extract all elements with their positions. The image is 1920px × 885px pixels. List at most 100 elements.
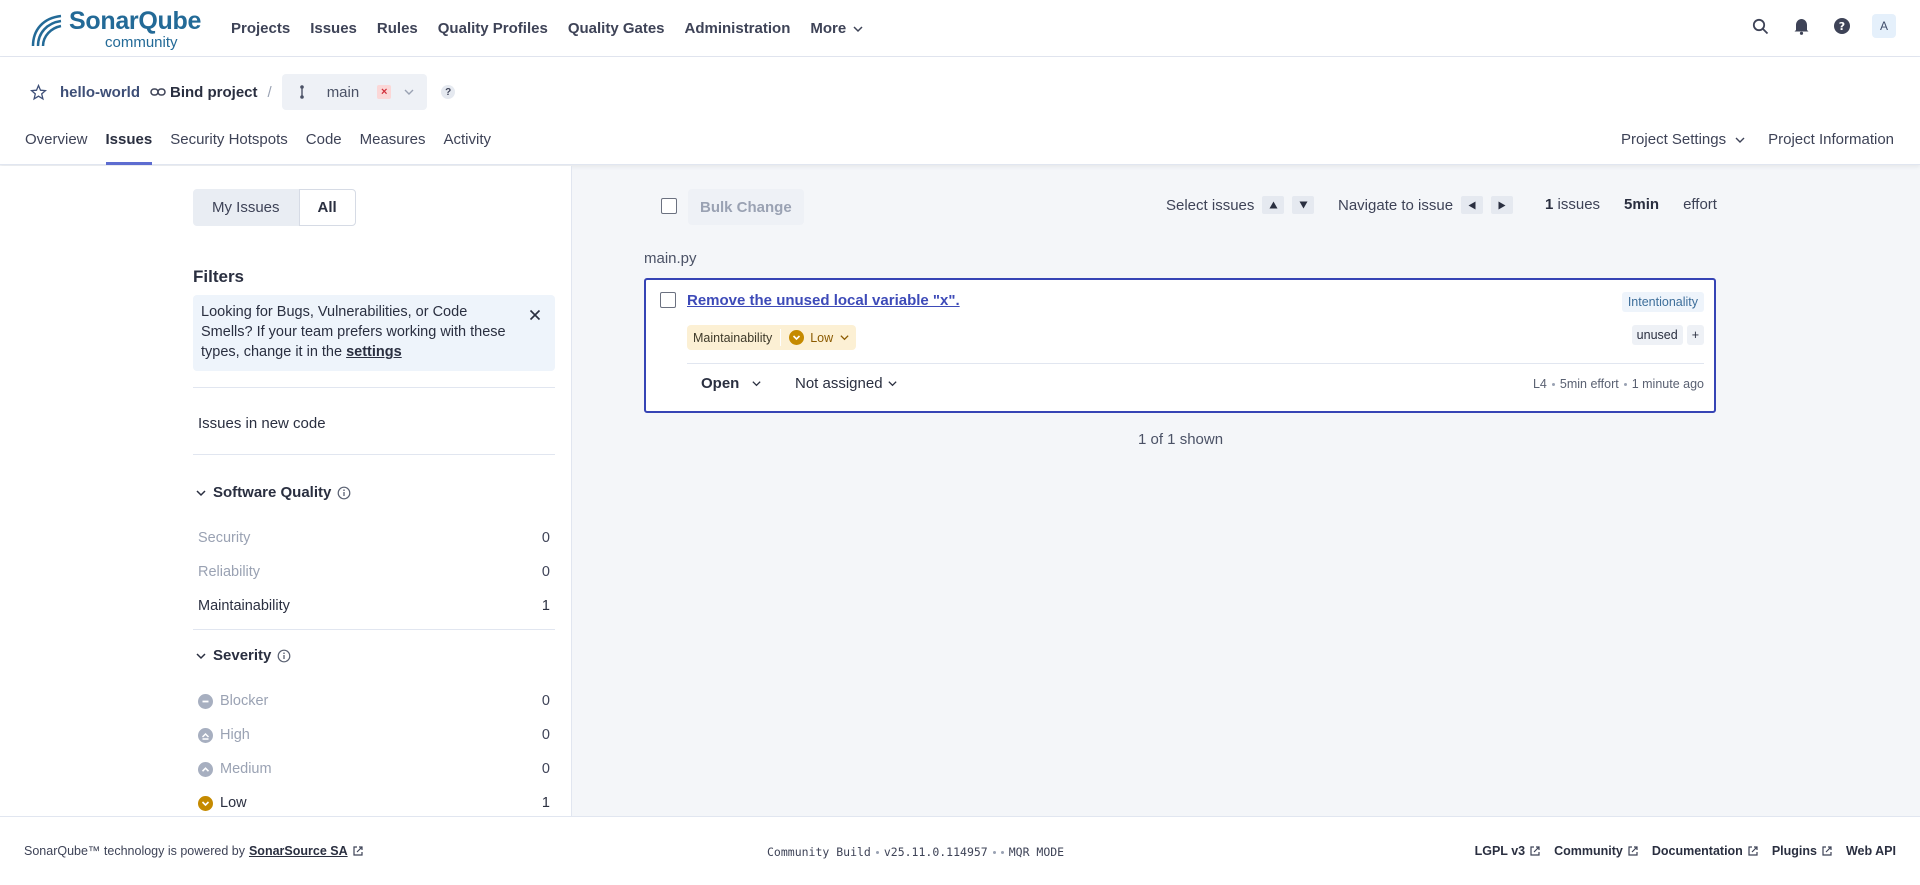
project-tabs: Overview Issues Security Hotspots Code M… — [25, 122, 509, 165]
link-label: LGPL v3 — [1474, 844, 1526, 858]
arrow-right-key-icon — [1491, 196, 1514, 214]
tag-chip[interactable]: unused — [1631, 325, 1683, 345]
bulk-change-button[interactable]: Bulk Change — [688, 189, 804, 225]
nav-more[interactable]: More — [810, 20, 864, 37]
footer-link-license[interactable]: LGPL v3 — [1475, 844, 1541, 858]
severity-facet-header[interactable]: Severity — [195, 647, 291, 664]
divider — [687, 363, 1704, 364]
divider — [193, 387, 555, 388]
status-label: Open — [701, 375, 740, 392]
main-nav: Projects Issues Rules Quality Profiles Q… — [231, 0, 884, 57]
status-dropdown[interactable]: Open — [701, 375, 762, 392]
issue-title-link[interactable]: Remove the unused local variable "x". — [687, 292, 960, 309]
navigate-issue-hint: Navigate to issue — [1338, 196, 1514, 214]
chevron-down-icon — [887, 381, 897, 387]
assignee-dropdown[interactable]: Not assigned — [795, 375, 898, 392]
facet-row-high[interactable]: High 0 — [198, 727, 550, 743]
shown-count: 1 of 1 shown — [1138, 431, 1224, 448]
chevron-down-icon — [1735, 137, 1745, 143]
chevron-down-icon — [196, 652, 206, 659]
select-issues-label: Select issues — [1166, 196, 1255, 214]
clean-code-attribute-badge[interactable]: Intentionality — [1621, 292, 1704, 312]
software-quality-pill[interactable]: Maintainability Low — [687, 325, 857, 350]
banner-settings-link[interactable]: settings — [346, 344, 402, 360]
add-tag-button[interactable]: + — [1686, 325, 1704, 345]
facet-label: Reliability — [198, 564, 261, 580]
footer-link-documentation[interactable]: Documentation — [1652, 844, 1759, 858]
software-quality-facet-header[interactable]: Software Quality — [195, 484, 351, 501]
facet-row-reliability[interactable]: Reliability 0 — [198, 564, 550, 580]
arrow-left-key-icon — [1461, 196, 1484, 214]
filters-title: Filters — [193, 267, 245, 286]
facet-row-maintainability[interactable]: Maintainability 1 — [198, 598, 550, 614]
low-severity-icon — [198, 795, 213, 811]
sonarqube-waves-icon — [31, 14, 62, 47]
tab-security-hotspots[interactable]: Security Hotspots — [170, 122, 288, 165]
quality-gate-failed-icon: × — [377, 85, 392, 99]
link-icon — [150, 88, 166, 96]
issue-line[interactable]: L4 — [1533, 377, 1547, 391]
star-icon[interactable] — [30, 83, 47, 101]
sonarsource-link[interactable]: SonarSource SA — [249, 844, 348, 858]
select-all-checkbox[interactable] — [661, 198, 677, 214]
project-settings-menu[interactable]: Project Settings — [1621, 131, 1746, 148]
mode-label: MQR MODE — [1008, 845, 1065, 859]
close-icon[interactable] — [529, 309, 541, 321]
link-label: Web API — [1845, 844, 1896, 858]
facet-row-blocker[interactable]: Blocker 0 — [198, 693, 550, 709]
nav-issues[interactable]: Issues — [310, 20, 357, 37]
tab-overview[interactable]: Overview — [25, 122, 88, 165]
info-icon[interactable] — [337, 486, 351, 500]
tab-code[interactable]: Code — [306, 122, 342, 165]
severity-dropdown[interactable]: Low — [789, 330, 850, 345]
chevron-down-icon — [853, 25, 863, 32]
my-issues-button[interactable]: My Issues — [193, 189, 299, 226]
blocker-severity-icon — [198, 693, 213, 709]
facet-row-low[interactable]: Low 1 — [198, 795, 550, 811]
nav-quality-profiles[interactable]: Quality Profiles — [438, 20, 548, 37]
tab-issues[interactable]: Issues — [105, 122, 153, 165]
branch-name: main — [326, 83, 360, 101]
all-issues-button[interactable]: All — [298, 189, 356, 226]
branch-help-icon[interactable]: ? — [441, 85, 456, 99]
issue-item[interactable]: Remove the unused local variable "x". In… — [644, 278, 1716, 413]
footer-link-plugins[interactable]: Plugins — [1772, 844, 1833, 858]
issue-tags[interactable]: unused + — [1631, 325, 1704, 345]
bell-icon[interactable] — [1790, 15, 1812, 37]
project-information-link[interactable]: Project Information — [1768, 131, 1894, 148]
breadcrumb: hello-world Bind project / main × ? — [30, 74, 456, 110]
facet-count: 0 — [541, 530, 550, 546]
search-icon[interactable] — [1749, 15, 1771, 37]
sonarqube-logo[interactable]: SonarQube community — [27, 6, 202, 50]
tab-measures[interactable]: Measures — [360, 122, 426, 165]
nav-quality-gates[interactable]: Quality Gates — [568, 20, 665, 37]
new-code-filter[interactable]: Issues in new code — [198, 415, 326, 432]
effort-value: 5min — [1624, 196, 1660, 213]
bind-project-link[interactable]: Bind project — [150, 84, 258, 101]
footer: SonarQube™ technology is powered by Sona… — [0, 816, 1920, 885]
footer-link-web-api[interactable]: Web API — [1846, 844, 1896, 858]
external-link-icon — [1748, 846, 1758, 856]
footer-link-community[interactable]: Community — [1554, 844, 1639, 858]
brand-title: SonarQube — [69, 6, 202, 35]
nav-projects[interactable]: Projects — [231, 20, 290, 37]
nav-administration[interactable]: Administration — [685, 20, 791, 37]
facet-row-security[interactable]: Security 0 — [198, 530, 550, 546]
issue-age[interactable]: 1 minute ago — [1632, 377, 1704, 391]
facet-label: High — [220, 727, 250, 743]
chevron-down-icon — [840, 335, 849, 341]
filters-sidebar: My Issues All Filters Looking for Bugs, … — [0, 166, 572, 816]
severity-label: Low — [810, 330, 834, 345]
issues-scope-toggle: My Issues All — [193, 189, 356, 226]
nav-rules[interactable]: Rules — [377, 20, 418, 37]
tab-activity[interactable]: Activity — [443, 122, 491, 165]
project-name[interactable]: hello-world — [60, 84, 140, 101]
help-icon[interactable]: ? — [1831, 15, 1853, 37]
low-severity-icon — [789, 330, 805, 345]
avatar[interactable]: A — [1872, 14, 1896, 38]
issue-checkbox[interactable] — [660, 292, 676, 308]
bind-project-label: Bind project — [170, 83, 258, 101]
facet-row-medium[interactable]: Medium 0 — [198, 761, 550, 777]
branch-selector[interactable]: main × — [281, 74, 428, 110]
info-icon[interactable] — [277, 649, 291, 663]
